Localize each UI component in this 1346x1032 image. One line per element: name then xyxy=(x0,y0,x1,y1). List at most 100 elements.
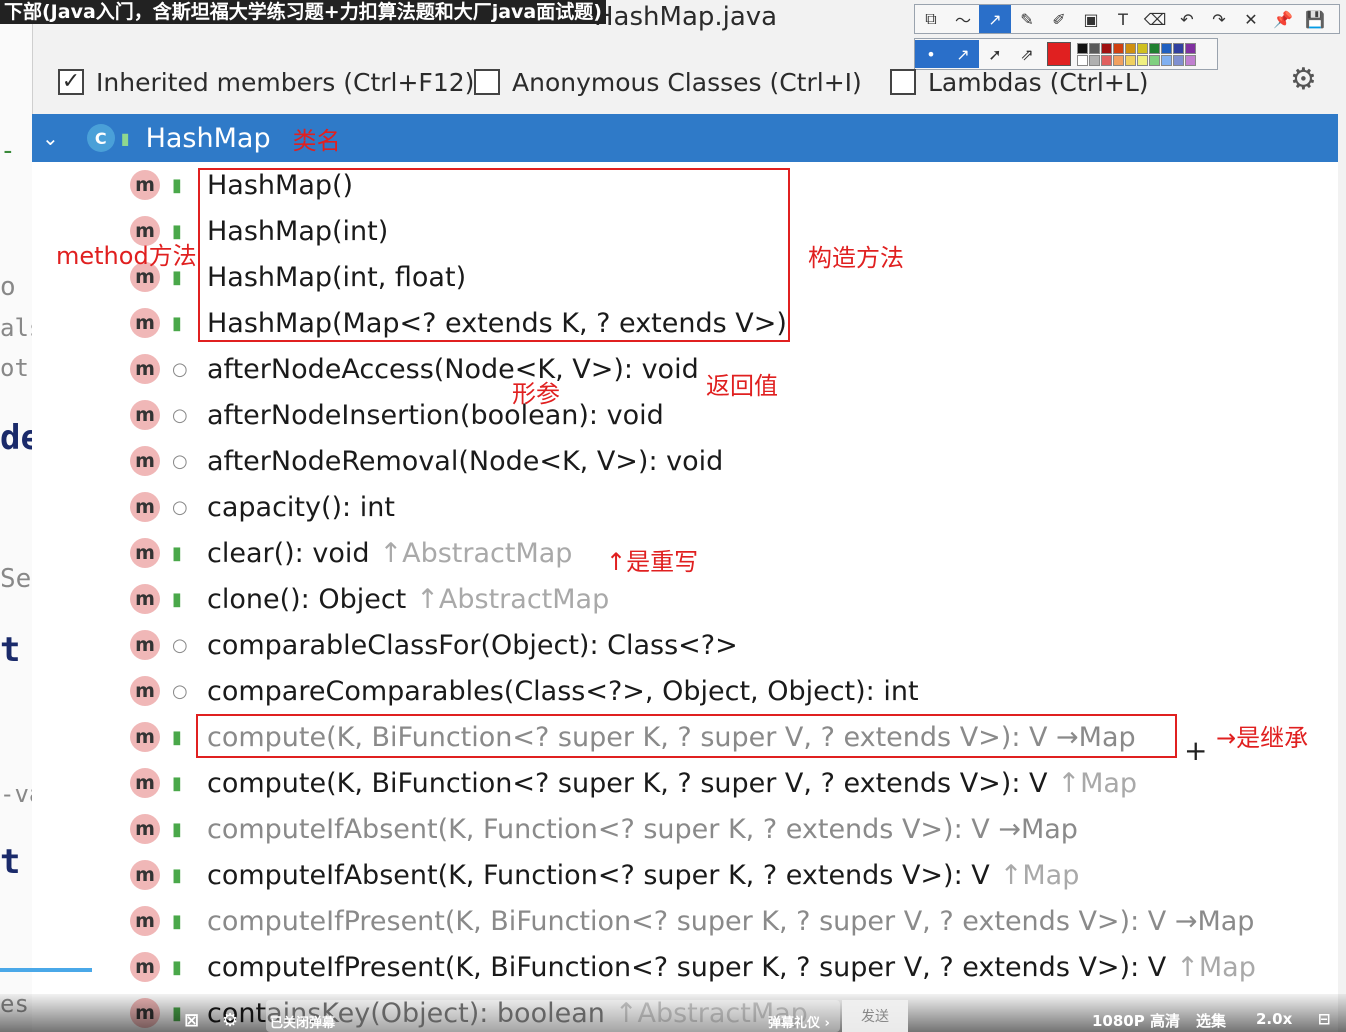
member-row[interactable]: m ○ afterNodeRemoval(Node<K, V>): void xyxy=(32,438,1338,484)
public-icon: ▮ xyxy=(120,128,130,148)
signature-text: computeIfPresent(K, BiFunction<? super K… xyxy=(207,951,1167,983)
color-swatch[interactable] xyxy=(1137,42,1148,54)
color-swatch[interactable] xyxy=(1089,42,1100,54)
color-swatch[interactable] xyxy=(1185,42,1196,54)
mosaic-tool-icon[interactable]: ▣ xyxy=(1075,5,1107,33)
member-row[interactable]: m ○ compareComparables(Class<?>, Object, O… xyxy=(32,668,1338,714)
save-icon[interactable]: 💾 xyxy=(1299,5,1331,33)
undo-icon[interactable]: ↶ xyxy=(1171,5,1203,33)
signature-text: comparableClassFor(Object): Class<?> xyxy=(207,629,738,661)
close-icon[interactable]: ✕ xyxy=(1235,5,1267,33)
code-fragment: t xyxy=(0,842,21,882)
redo-icon[interactable]: ↷ xyxy=(1203,5,1235,33)
color-swatch[interactable] xyxy=(1173,42,1184,54)
code-fragment: Se xyxy=(0,564,32,594)
danmaku-toggle-icon[interactable]: ⊠ xyxy=(184,1010,199,1031)
member-row[interactable]: m ○ afterNodeAccess(Node<K, V>): void xyxy=(32,346,1338,392)
member-row[interactable]: m ▮ clone(): Object ↑AbstractMap xyxy=(32,576,1338,622)
override-source: ↑AbstractMap xyxy=(379,537,573,569)
chevron-down-icon[interactable]: ⌄ xyxy=(42,126,59,150)
member-signature: computeIfAbsent(K, Function<? super K, ?… xyxy=(207,860,1079,891)
member-signature: capacity(): int xyxy=(207,492,395,523)
public-icon: ▮ xyxy=(172,174,182,196)
annotation-override: ↑是重写 xyxy=(606,548,699,576)
lambdas-option[interactable]: Lambdas (Ctrl+L) xyxy=(890,56,1149,108)
color-swatch[interactable] xyxy=(1125,42,1136,54)
signature-text: compute(K, BiFunction<? super K, ? super… xyxy=(207,767,1048,799)
anonymous-classes-option[interactable]: Anonymous Classes (Ctrl+I) xyxy=(474,56,862,108)
file-title: HashMap.java xyxy=(594,2,778,32)
danmaku-settings-icon[interactable]: ⚙ xyxy=(222,1010,238,1031)
eraser-tool-icon[interactable]: ⌫ xyxy=(1139,5,1171,33)
signature-text: afterNodeAccess(Node<K, V>): void xyxy=(207,353,699,385)
member-row[interactable]: m ▮ compute(K, BiFunction<? super K, ? sup… xyxy=(32,760,1338,806)
signature-text: clear(): void xyxy=(207,537,370,569)
override-source: ↑Map xyxy=(999,859,1080,891)
code-fragment: als xyxy=(0,314,32,342)
color-swatch[interactable] xyxy=(1101,42,1112,54)
member-row[interactable]: m ▮ computeIfPresent(K, BiFunction<? super… xyxy=(32,898,1338,944)
member-signature: comparableClassFor(Object): Class<?> xyxy=(207,630,738,661)
method-icon: m xyxy=(130,170,160,200)
episodes-button[interactable]: 选集 xyxy=(1196,1010,1226,1031)
public-icon: ▮ xyxy=(172,312,182,334)
speed-button[interactable]: 2.0x xyxy=(1256,1010,1292,1028)
code-fragment: - xyxy=(0,136,16,166)
member-row[interactable]: m ▮ computeIfAbsent(K, Function<? super K,… xyxy=(32,852,1338,898)
annotation-inherit: →是继承 xyxy=(1216,724,1309,752)
method-icon: m xyxy=(130,814,160,844)
member-signature: computeIfAbsent(K, Function<? super K, ?… xyxy=(207,814,1078,845)
signature-text: compareComparables(Class<?>, Object, Obj… xyxy=(207,675,919,707)
member-row[interactable]: m ▮ computeIfPresent(K, BiFunction<? super… xyxy=(32,944,1338,990)
method-icon: m xyxy=(130,492,160,522)
lambdas-checkbox[interactable] xyxy=(890,69,916,95)
video-progress[interactable] xyxy=(0,968,92,972)
member-row[interactable]: m ○ capacity(): int xyxy=(32,484,1338,530)
code-fragment: t xyxy=(0,630,21,670)
color-swatch[interactable] xyxy=(1149,42,1160,54)
method-icon: m xyxy=(130,860,160,890)
member-row[interactable]: m ▮ computeIfAbsent(K, Function<? super K,… xyxy=(32,806,1338,852)
method-icon: m xyxy=(130,308,160,338)
public-icon: ▮ xyxy=(172,818,182,840)
pin-icon[interactable]: 📌 xyxy=(1267,5,1299,33)
member-row[interactable]: m ○ comparableClassFor(Object): Class<?> xyxy=(32,622,1338,668)
video-title: 下部(Java入门，含斯坦福大学练习题+力扣算法题和大厂java面试题) xyxy=(0,0,606,24)
subtitle-icon[interactable]: ⊟ xyxy=(1318,1010,1331,1028)
method-icon: m xyxy=(130,952,160,982)
code-fragment: ot xyxy=(0,354,29,382)
color-swatch[interactable] xyxy=(1161,42,1172,54)
method-icon: m xyxy=(130,446,160,476)
editor-gutter: - o als ot de Se t -va t es xyxy=(0,0,33,1032)
highlighter-tool-icon[interactable]: ✐ xyxy=(1043,5,1075,33)
signature-text: computeIfPresent(K, BiFunction<? super K… xyxy=(207,905,1255,937)
danmaku-etiquette-link[interactable]: 弹幕礼仪 › xyxy=(768,1012,830,1031)
shape-tool-icon[interactable]: ⧉ xyxy=(915,5,947,33)
quality-button[interactable]: 1080P 高清 xyxy=(1092,1010,1180,1031)
method-icon: m xyxy=(130,768,160,798)
public-icon: ▮ xyxy=(172,864,182,886)
member-signature: compute(K, BiFunction<? super K, ? super… xyxy=(207,768,1137,799)
member-row[interactable]: m ○ afterNodeInsertion(boolean): void xyxy=(32,392,1338,438)
danmaku-input[interactable] xyxy=(266,1000,840,1032)
send-button[interactable]: 发送 xyxy=(842,1000,908,1032)
public-icon: ▮ xyxy=(172,956,182,978)
arrow-tool-icon[interactable]: ↗ xyxy=(979,5,1011,33)
anonymous-classes-label: Anonymous Classes (Ctrl+I) xyxy=(512,67,862,97)
color-swatch[interactable] xyxy=(1113,42,1124,54)
anonymous-classes-checkbox[interactable] xyxy=(474,69,500,95)
member-signature: computeIfPresent(K, BiFunction<? super K… xyxy=(207,952,1256,983)
pen-tool-icon[interactable]: ✎ xyxy=(1011,5,1043,33)
method-icon: m xyxy=(130,676,160,706)
gear-icon[interactable]: ⚙ xyxy=(1290,62,1317,97)
inherited-members-option[interactable]: ✓ Inherited members (Ctrl+F12) xyxy=(58,56,474,108)
color-swatch[interactable] xyxy=(1077,42,1088,54)
package-private-icon: ○ xyxy=(172,634,188,656)
freehand-tool-icon[interactable]: 〜 xyxy=(947,5,979,33)
text-tool-icon[interactable]: T xyxy=(1107,5,1139,33)
method-icon: m xyxy=(130,400,160,430)
inherited-members-label: Inherited members (Ctrl+F12) xyxy=(96,67,475,97)
class-node-hashmap[interactable]: ⌄ C ▮ HashMap 类名 xyxy=(32,114,1338,162)
inherited-members-checkbox[interactable]: ✓ xyxy=(58,69,84,95)
annotation-toolbar: ⧉ 〜 ↗ ✎ ✐ ▣ T ⌫ ↶ ↷ ✕ 📌 💾 xyxy=(914,4,1340,34)
